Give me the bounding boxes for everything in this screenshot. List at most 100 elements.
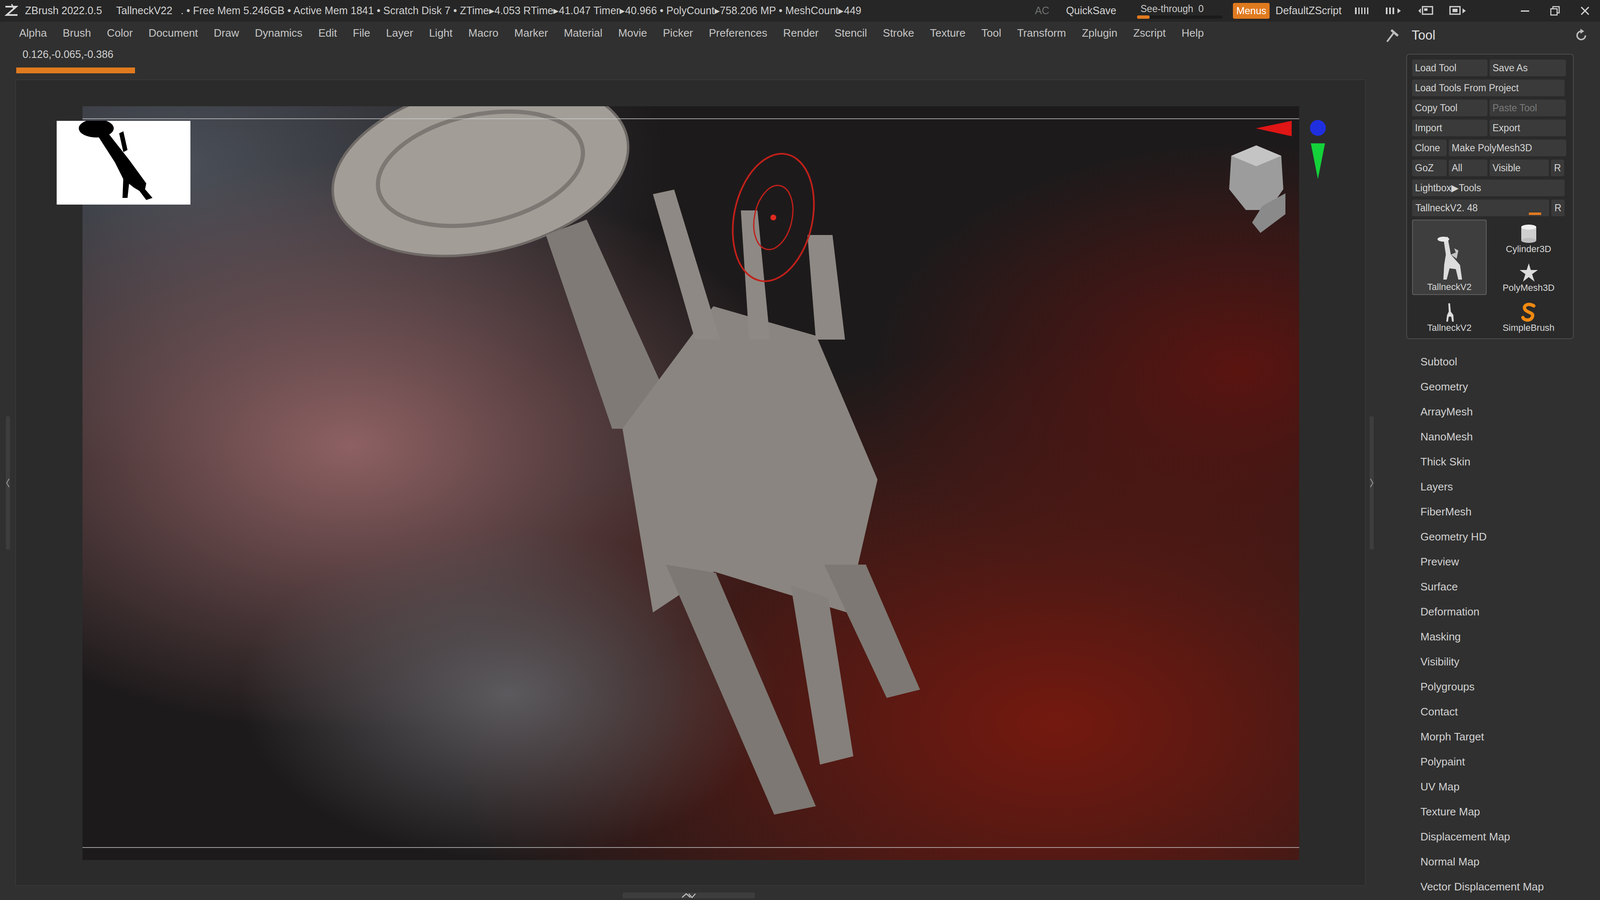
menu-item[interactable]: Macro	[468, 25, 499, 42]
tool-button[interactable]: Load Tools From Project	[1412, 79, 1565, 97]
subpalette-item[interactable]: Thick Skin	[1420, 449, 1600, 475]
tool-thumbnail[interactable]: TallneckV2	[1412, 219, 1487, 295]
tool-button[interactable]: Export	[1489, 119, 1566, 137]
menu-item[interactable]: Layer	[386, 25, 414, 42]
subpalette-item[interactable]: Polypaint	[1420, 749, 1600, 775]
tool-thumbnail[interactable]: SimpleBrush	[1488, 297, 1569, 335]
document-canvas[interactable]	[15, 79, 1366, 886]
tool-button[interactable]: Load Tool	[1412, 59, 1488, 77]
tool-button[interactable]: Lightbox▶Tools	[1412, 179, 1565, 197]
tool-slider-knob[interactable]	[1528, 212, 1542, 215]
menu-item[interactable]: Texture	[930, 25, 966, 42]
see-through-slider[interactable]: See-through 0	[1137, 2, 1223, 19]
subpalette-item[interactable]: Preview	[1420, 549, 1600, 575]
tool-slider-track[interactable]	[1413, 212, 1548, 215]
render-view[interactable]	[82, 106, 1300, 860]
tool-button[interactable]: GoZ	[1412, 159, 1447, 177]
tool-thumbnail[interactable]: PolyMesh3D	[1488, 258, 1569, 295]
tool-thumbnail[interactable]: Cylinder3D	[1488, 219, 1569, 257]
tool-button[interactable]: Visible	[1489, 159, 1549, 177]
menu-item[interactable]: Movie	[618, 25, 648, 42]
menu-item[interactable]: Material	[563, 25, 603, 42]
subpalette-item[interactable]: Contact	[1420, 699, 1600, 725]
subpalette-item[interactable]: Masking	[1420, 624, 1600, 650]
menu-item[interactable]: Alpha	[19, 25, 48, 42]
subpalette-item[interactable]: Polygroups	[1420, 674, 1600, 700]
menu-item[interactable]: Preferences	[708, 25, 768, 42]
menu-item[interactable]: Render	[782, 25, 819, 42]
see-through-track[interactable]	[1137, 15, 1223, 19]
subpalette-item[interactable]: ArrayMesh	[1420, 399, 1600, 425]
x-axis-arrow-icon[interactable]	[1255, 120, 1292, 137]
menu-item[interactable]: Stencil	[834, 25, 868, 42]
tool-button[interactable]: Import	[1412, 119, 1488, 137]
menu-item[interactable]: Tool	[981, 25, 1002, 42]
menu-item[interactable]: File	[352, 25, 371, 42]
subpalette-item[interactable]: UV Map	[1420, 774, 1600, 800]
menu-item[interactable]: Transform	[1017, 25, 1067, 42]
tool-button[interactable]: Copy Tool	[1412, 99, 1488, 117]
menu-item[interactable]: Zscript	[1133, 25, 1166, 42]
menu-item[interactable]: Stroke	[882, 25, 915, 42]
tool-slider[interactable]: TallneckV2. 48	[1412, 199, 1550, 217]
menu-item[interactable]: Document	[148, 25, 199, 42]
subpalette-item[interactable]: Geometry HD	[1420, 524, 1600, 550]
menus-button[interactable]: Menus	[1232, 2, 1270, 19]
menu-item[interactable]: Draw	[213, 25, 240, 42]
subpalette-item[interactable]: Surface	[1420, 574, 1600, 600]
subpalette-item[interactable]: Subtool	[1420, 349, 1600, 375]
tool-button[interactable]: Save As	[1489, 59, 1566, 77]
menu-item[interactable]: Picker	[662, 25, 693, 42]
orientation-head-icon[interactable]	[1222, 143, 1287, 233]
subpalette-item[interactable]: FiberMesh	[1420, 499, 1600, 525]
quicksave-button[interactable]: QuickSave	[1065, 2, 1117, 19]
subpalette-item[interactable]: Deformation	[1420, 599, 1600, 625]
subpalette-item[interactable]: Geometry	[1420, 374, 1600, 400]
subpalette-item[interactable]: Displacement Map	[1420, 824, 1600, 850]
subpalette-item[interactable]: Normal Map	[1420, 849, 1600, 875]
menu-item[interactable]: Marker	[514, 25, 548, 42]
restore-icon[interactable]	[1549, 5, 1561, 17]
menu-item[interactable]: Light	[429, 25, 453, 42]
subpalette-item[interactable]: NanoMesh	[1420, 424, 1600, 450]
subpalette-item[interactable]: Visibility	[1420, 649, 1600, 675]
tray-layout-alt-icon[interactable]	[1385, 5, 1405, 16]
ac-indicator[interactable]: AC	[1035, 2, 1050, 19]
menu-item[interactable]: Dynamics	[255, 25, 303, 42]
close-icon[interactable]	[1579, 5, 1591, 17]
navigation-thumbnail[interactable]	[56, 120, 191, 205]
tool-button-label: Make PolyMesh3D	[1451, 140, 1533, 156]
subpalette-item[interactable]: Vector Displacement Map	[1420, 874, 1600, 900]
reset-icon[interactable]	[1574, 28, 1589, 43]
bottom-tray-handle[interactable]	[622, 892, 755, 899]
tool-thumbnail[interactable]: TallneckV2	[1412, 297, 1487, 335]
left-tray-handle[interactable]	[5, 416, 10, 550]
subpalette-item[interactable]: Morph Target	[1420, 724, 1600, 750]
minimize-icon[interactable]	[1519, 5, 1531, 17]
menu-item[interactable]: Zplugin	[1081, 25, 1118, 42]
menu-item[interactable]: Brush	[62, 25, 92, 42]
tool-button[interactable]: R	[1550, 159, 1565, 177]
window-layout-icon[interactable]	[1447, 4, 1469, 18]
see-through-knob[interactable]	[1137, 15, 1150, 19]
zbrush-logo-icon	[3, 2, 20, 19]
tool-palette-header[interactable]: Tool	[1377, 25, 1600, 46]
slider-reset-button[interactable]: R	[1551, 199, 1565, 217]
subpalette-item[interactable]: Texture Map	[1420, 799, 1600, 825]
y-axis-arrow-icon[interactable]	[1310, 143, 1325, 180]
menu-item[interactable]: Help	[1181, 25, 1204, 42]
menu-item[interactable]: Edit	[318, 25, 338, 42]
right-tray-handle[interactable]	[1369, 416, 1374, 550]
tool-button-row: ImportExport	[1412, 119, 1568, 137]
tool-button-label: R	[1554, 160, 1562, 176]
tool-button[interactable]: All	[1448, 159, 1488, 177]
z-axis-dot-icon[interactable]	[1309, 119, 1327, 137]
tool-button[interactable]: Clone	[1412, 139, 1447, 157]
right-tray-strip	[1365, 79, 1378, 886]
interface-layout-icon[interactable]	[1415, 4, 1437, 18]
tray-layout-icon[interactable]	[1354, 5, 1375, 16]
tool-button[interactable]: Make PolyMesh3D	[1448, 139, 1567, 157]
menu-item[interactable]: Color	[106, 25, 133, 42]
default-zscript-button[interactable]: DefaultZScript	[1275, 2, 1342, 19]
subpalette-item[interactable]: Layers	[1420, 474, 1600, 500]
